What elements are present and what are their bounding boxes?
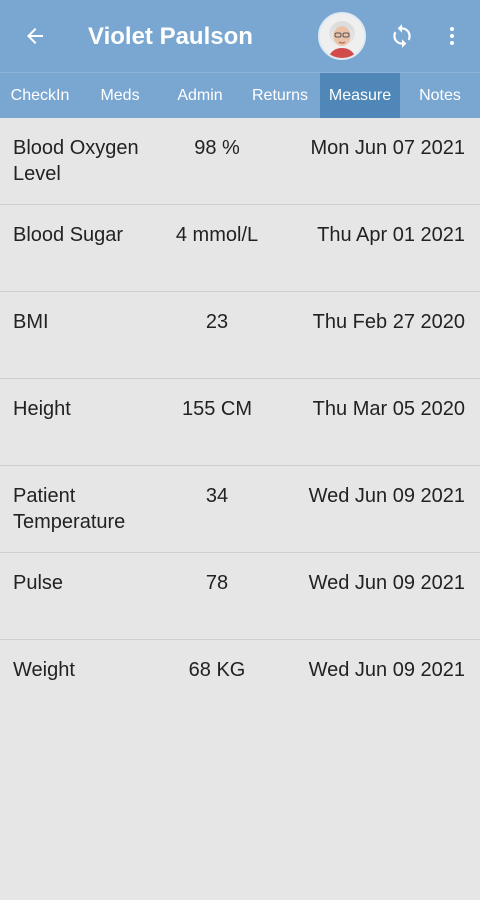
patient-avatar[interactable] [318, 12, 366, 60]
measurement-name: Patient Temperature [13, 485, 126, 533]
measurement-date: Wed Jun 09 2021 [308, 659, 465, 681]
tab-admin[interactable]: Admin [160, 73, 240, 119]
refresh-button[interactable] [386, 20, 418, 52]
measurement-value: 155 CM [181, 398, 253, 420]
back-button[interactable] [18, 20, 52, 52]
measurement-name: Height [13, 398, 71, 420]
measurement-row[interactable]: Blood Sugar 4 mmol/L Thu Apr 01 2021 [0, 205, 480, 292]
tab-bar: CheckIn Meds Admin Returns Measure Notes [0, 72, 480, 119]
measurement-date: Thu Feb 27 2020 [312, 311, 465, 333]
tab-returns[interactable]: Returns [240, 73, 320, 119]
measurement-value: 23 [205, 311, 229, 333]
measurement-row[interactable]: Patient Temperature 34 Wed Jun 09 2021 [0, 466, 480, 553]
measurement-value: 68 KG [188, 659, 246, 681]
more-vert-icon [450, 27, 454, 45]
measurement-date: Mon Jun 07 2021 [310, 137, 465, 159]
measurement-date: Wed Jun 09 2021 [308, 572, 465, 594]
measurement-name: Blood Oxygen Level [13, 137, 139, 185]
arrow-left-icon [27, 28, 43, 44]
measurement-name: Weight [13, 659, 75, 681]
measurements-list: Blood Oxygen Level 98 % Mon Jun 07 2021 … [0, 118, 480, 727]
measurement-row[interactable]: Height 155 CM Thu Mar 05 2020 [0, 379, 480, 466]
refresh-icon [393, 24, 411, 48]
measurement-row[interactable]: BMI 23 Thu Feb 27 2020 [0, 292, 480, 379]
measurement-value: 78 [205, 572, 229, 594]
measurement-value: 4 mmol/L [175, 224, 259, 246]
measurement-name: Blood Sugar [13, 224, 124, 246]
tab-measure[interactable]: Measure [320, 73, 400, 119]
measurement-row[interactable]: Blood Oxygen Level 98 % Mon Jun 07 2021 [0, 118, 480, 205]
overflow-menu-button[interactable] [440, 20, 464, 52]
measurement-row[interactable]: Weight 68 KG Wed Jun 09 2021 [0, 640, 480, 727]
measurement-date: Wed Jun 09 2021 [308, 485, 465, 507]
measurement-value: 98 % [194, 137, 240, 159]
measurement-name: Pulse [13, 572, 64, 594]
tab-meds[interactable]: Meds [80, 73, 160, 119]
measurement-date: Thu Apr 01 2021 [317, 224, 465, 246]
measurement-row[interactable]: Pulse 78 Wed Jun 09 2021 [0, 553, 480, 640]
measurement-value: 34 [205, 485, 229, 507]
app-bar: Violet Paulson [0, 0, 480, 72]
tab-checkin[interactable]: CheckIn [0, 73, 80, 119]
avatar-image [320, 14, 364, 58]
measurement-date: Thu Mar 05 2020 [312, 398, 465, 420]
tab-notes[interactable]: Notes [400, 73, 480, 119]
patient-name-title: Violet Paulson [88, 23, 253, 50]
measurement-name: BMI [13, 311, 49, 333]
